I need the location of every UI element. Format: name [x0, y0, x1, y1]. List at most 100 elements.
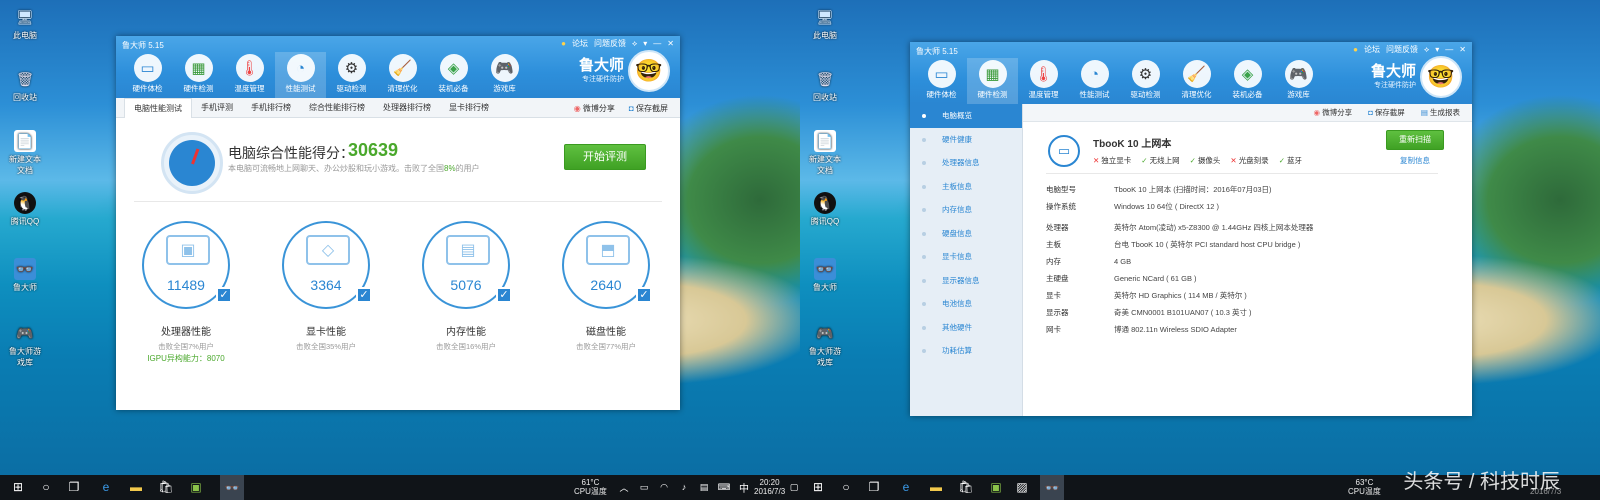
tab-overall-ranking[interactable]: 综合性能排行榜 — [300, 98, 374, 118]
photos-icon[interactable]: ▨ — [1014, 479, 1030, 495]
nav-temperature[interactable]: 🌡 温度管理 — [1018, 58, 1069, 104]
nav-hardware-detect[interactable]: ▦ 硬件检测 — [173, 52, 224, 98]
keyboard-icon[interactable]: ⌨ — [716, 479, 732, 495]
text-file-icon[interactable]: 📄 新建文本文档 — [8, 130, 42, 176]
nav-essentials[interactable]: ◈ 装机必备 — [428, 52, 479, 98]
file-explorer-icon[interactable]: ▬ — [128, 479, 144, 495]
ludashi-taskbar-icon[interactable]: 👓 — [220, 475, 244, 500]
close-icon[interactable]: ✕ — [1459, 45, 1466, 54]
share-icon[interactable]: ⟡ — [1424, 45, 1429, 55]
weibo-share-button[interactable]: ◉ 微博分享 — [1314, 107, 1353, 118]
wifi-icon[interactable]: ◠ — [656, 479, 672, 495]
sidebar-item-overview[interactable]: 电脑概览 — [910, 104, 1022, 128]
start-test-button[interactable]: 开始评测 — [564, 144, 646, 170]
nav-game-library[interactable]: 🎮 游戏库 — [479, 52, 530, 98]
nav-essentials[interactable]: ◈ 装机必备 — [1222, 58, 1273, 104]
close-icon[interactable]: ✕ — [667, 39, 674, 48]
flag-wireless: ✓ 无线上网 — [1141, 156, 1180, 165]
feedback-link[interactable]: 问题反馈 — [594, 38, 626, 49]
nav-hardware-detect[interactable]: ▦ 硬件检测 — [967, 58, 1018, 104]
ludashi-games-icon[interactable]: 🎮 鲁大师游戏库 — [8, 322, 42, 368]
qq-icon[interactable]: 🐧 腾讯QQ — [808, 192, 842, 227]
medal-icon[interactable]: ● — [561, 39, 566, 48]
recycle-bin-icon[interactable]: 🗑 回收站 — [8, 68, 42, 103]
nav-performance-test[interactable]: ◔ 性能测试 — [1069, 58, 1120, 104]
edge-icon[interactable]: e — [898, 479, 914, 495]
store-icon[interactable]: 🛍 — [958, 479, 974, 495]
sidebar-item-battery[interactable]: 电池信息 — [910, 292, 1022, 316]
nav-driver-detect[interactable]: ⚙ 驱动检测 — [1120, 58, 1171, 104]
start-icon[interactable]: ⊞ — [10, 479, 26, 495]
menu-icon[interactable]: ▾ — [1435, 45, 1439, 54]
clock[interactable]: 20:20 2016/7/3 — [754, 478, 785, 496]
save-screenshot-button[interactable]: ◘ 保存截屏 — [1368, 107, 1405, 118]
save-screenshot-button[interactable]: ◘ 保存截屏 — [629, 103, 668, 114]
copy-info-link[interactable]: 复制信息 — [1400, 155, 1430, 166]
text-file-icon[interactable]: 📄 新建文本文档 — [808, 130, 842, 176]
gauge-icon: ◔ — [286, 54, 315, 82]
weibo-share-button[interactable]: ◉ 微博分享 — [574, 103, 615, 114]
start-icon[interactable]: ⊞ — [810, 479, 826, 495]
this-pc-icon[interactable]: 🖥 此电脑 — [8, 6, 42, 41]
menu-icon[interactable]: ▾ — [643, 39, 647, 48]
sidebar-item-cpu[interactable]: 处理器信息 — [910, 151, 1022, 175]
nav-performance-test[interactable]: ◔ 性能测试 — [275, 52, 326, 98]
tab-phone-ranking[interactable]: 手机排行榜 — [242, 98, 300, 118]
notification-icon[interactable]: ▤ — [696, 479, 712, 495]
nav-temperature[interactable]: 🌡 温度管理 — [224, 52, 275, 98]
sidebar-item-other[interactable]: 其他硬件 — [910, 316, 1022, 340]
nav-cleanup[interactable]: 🧹 清理优化 — [1171, 58, 1222, 104]
ludashi-icon[interactable]: 👓 鲁大师 — [808, 258, 842, 293]
tab-cpu-ranking[interactable]: 处理器排行榜 — [374, 98, 440, 118]
battery-icon[interactable]: ▭ — [636, 479, 652, 495]
sidebar-item-monitor[interactable]: 显示器信息 — [910, 269, 1022, 293]
tray-expand-icon[interactable]: ︿ — [616, 479, 632, 495]
file-explorer-icon[interactable]: ▬ — [928, 479, 944, 495]
ludashi-icon[interactable]: 👓 鲁大师 — [8, 258, 42, 293]
sidebar-item-disk[interactable]: 硬盘信息 — [910, 222, 1022, 246]
sidebar-item-health[interactable]: 硬件健康 — [910, 128, 1022, 152]
rescan-button[interactable]: 重新扫描 — [1386, 130, 1444, 150]
tab-gpu-ranking[interactable]: 显卡排行榜 — [440, 98, 498, 118]
sidebar-item-memory[interactable]: 内存信息 — [910, 198, 1022, 222]
android-icon[interactable]: ▣ — [988, 479, 1004, 495]
task-view-icon[interactable]: ❐ — [866, 479, 882, 495]
nav-game-library[interactable]: 🎮 游戏库 — [1273, 58, 1324, 104]
nav-hardware-checkup[interactable]: ▭ 硬件体检 — [122, 52, 173, 98]
this-pc-icon[interactable]: 🖥 此电脑 — [808, 6, 842, 41]
forum-link[interactable]: 论坛 — [572, 38, 588, 49]
store-icon[interactable]: 🛍 — [158, 479, 174, 495]
window-header: 鲁大师 5.15 ● 论坛 问题反馈 ⟡ ▾ — ✕ ▭ 硬件体检 ▦ 硬件检测 🌡… — [910, 42, 1472, 104]
minimize-icon[interactable]: — — [653, 39, 661, 48]
check-icon: ✓ — [1141, 156, 1148, 165]
ludashi-games-icon[interactable]: 🎮 鲁大师游戏库 — [808, 322, 842, 368]
volume-icon[interactable]: ♪ — [676, 479, 692, 495]
nav-driver-detect[interactable]: ⚙ 驱动检测 — [326, 52, 377, 98]
right-desktop: 🖥 此电脑 🗑 回收站 📄 新建文本文档 🐧 腾讯QQ 👓 鲁大师 🎮 鲁大师游戏库 鲁大师… — [800, 0, 1600, 475]
search-icon[interactable]: ○ — [38, 479, 54, 495]
forum-link[interactable]: 论坛 — [1364, 44, 1380, 55]
metric-disk: ⬒ 2640 ✓ 磁盘性能 击败全国77%用户 — [556, 221, 656, 352]
search-icon[interactable]: ○ — [838, 479, 854, 495]
tab-phone-review[interactable]: 手机评测 — [192, 98, 242, 118]
ludashi-taskbar-icon[interactable]: 👓 — [1040, 475, 1064, 500]
minimize-icon[interactable]: — — [1445, 45, 1453, 54]
nav-hardware-checkup[interactable]: ▭ 硬件体检 — [916, 58, 967, 104]
sidebar-item-power[interactable]: 功耗估算 — [910, 339, 1022, 363]
tab-pc-performance[interactable]: 电脑性能测试 — [124, 97, 192, 118]
task-view-icon[interactable]: ❐ — [66, 479, 82, 495]
feedback-link[interactable]: 问题反馈 — [1386, 44, 1418, 55]
metric-gpu: ◇ 3364 ✓ 显卡性能 击败全国35%用户 — [276, 221, 376, 352]
recycle-bin-icon[interactable]: 🗑 回收站 — [808, 68, 842, 103]
sidebar-item-gpu[interactable]: 显卡信息 — [910, 245, 1022, 269]
medal-icon[interactable]: ● — [1353, 45, 1358, 54]
sidebar-item-motherboard[interactable]: 主板信息 — [910, 175, 1022, 199]
ime-indicator[interactable]: 中 — [736, 479, 752, 495]
edge-icon[interactable]: e — [98, 479, 114, 495]
cross-icon: ✕ — [1230, 156, 1237, 165]
nav-cleanup[interactable]: 🧹 清理优化 — [377, 52, 428, 98]
share-icon[interactable]: ⟡ — [632, 39, 637, 49]
generate-report-button[interactable]: ▤ 生成报表 — [1421, 107, 1460, 118]
qq-icon[interactable]: 🐧 腾讯QQ — [8, 192, 42, 227]
android-icon[interactable]: ▣ — [188, 479, 204, 495]
